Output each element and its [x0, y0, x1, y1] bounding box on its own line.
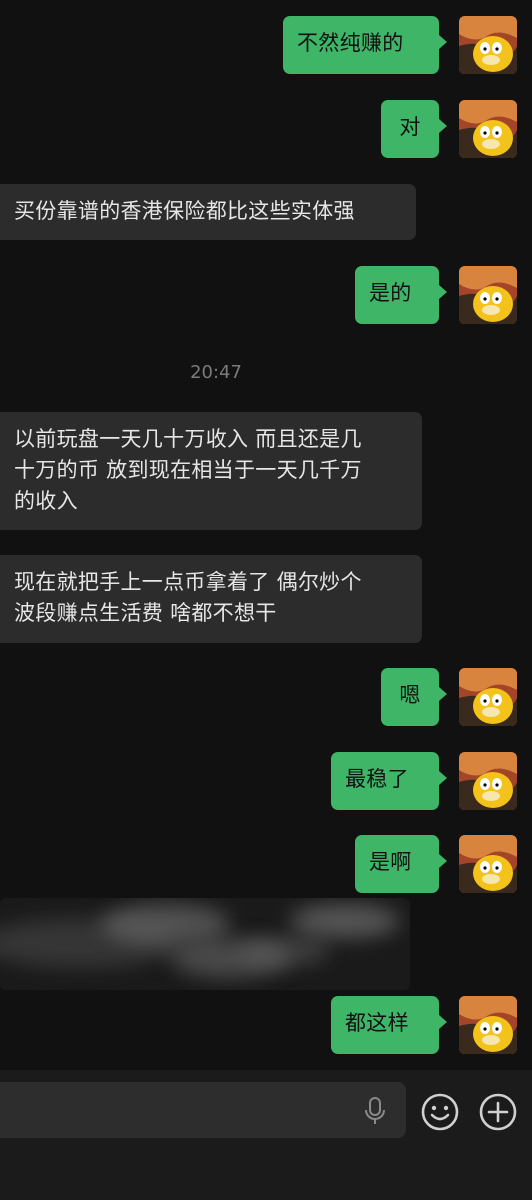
message-bubble-outgoing[interactable]: 最稳了	[331, 752, 447, 810]
message-bubble-incoming[interactable]: 买份靠谱的香港保险都比这些实体强	[0, 184, 416, 240]
message-line: 十万的币 放到现在相当于一天几千万	[14, 458, 362, 482]
avatar[interactable]	[459, 996, 517, 1054]
psyduck-avatar-icon	[459, 16, 517, 74]
message-bubble-outgoing[interactable]: 对	[381, 100, 447, 158]
psyduck-avatar-icon	[459, 668, 517, 726]
timestamp: 20:47	[190, 362, 242, 383]
input-bar	[0, 1070, 532, 1200]
message-line: 的收入	[14, 489, 78, 513]
emoji-icon[interactable]	[420, 1092, 460, 1132]
message-input[interactable]	[0, 1082, 406, 1138]
message-bubble-incoming[interactable]: 以前玩盘一天几十万收入 而且还是几 十万的币 放到现在相当于一天几千万 的收入	[0, 412, 422, 530]
message-bubble-outgoing[interactable]: 是的	[355, 266, 447, 324]
message-line: 波段赚点生活费 啥都不想干	[14, 601, 277, 625]
plus-icon[interactable]	[478, 1092, 518, 1132]
avatar[interactable]	[459, 100, 517, 158]
message-bubble-outgoing[interactable]: 嗯	[381, 668, 447, 726]
psyduck-avatar-icon	[459, 835, 517, 893]
message-line: 现在就把手上一点币拿着了 偶尔炒个	[14, 570, 362, 594]
avatar[interactable]	[459, 752, 517, 810]
psyduck-avatar-icon	[459, 100, 517, 158]
avatar[interactable]	[459, 835, 517, 893]
message-bubble-outgoing[interactable]: 是啊	[355, 835, 447, 893]
message-line: 以前玩盘一天几十万收入 而且还是几	[14, 427, 362, 451]
redacted-message	[0, 898, 410, 990]
avatar[interactable]	[459, 16, 517, 74]
message-bubble-outgoing[interactable]: 不然纯赚的	[283, 16, 447, 74]
message-bubble-outgoing[interactable]: 都这样	[331, 996, 447, 1054]
microphone-icon[interactable]	[362, 1096, 388, 1126]
psyduck-avatar-icon	[459, 266, 517, 324]
avatar[interactable]	[459, 668, 517, 726]
psyduck-avatar-icon	[459, 752, 517, 810]
message-bubble-incoming[interactable]: 现在就把手上一点币拿着了 偶尔炒个 波段赚点生活费 啥都不想干	[0, 555, 422, 643]
chat-area[interactable]: 不然纯赚的 对 买份靠谱的香港保险都比这些实体强 是的 20:47 以前玩盘一天…	[0, 0, 532, 1070]
psyduck-avatar-icon	[459, 996, 517, 1054]
avatar[interactable]	[459, 266, 517, 324]
